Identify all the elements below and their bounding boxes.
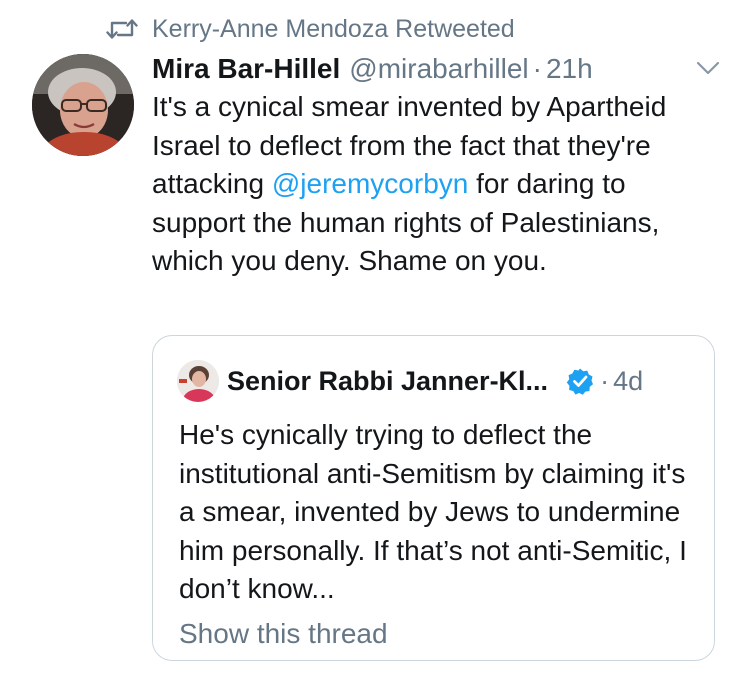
- quoted-tweet-card[interactable]: Senior Rabbi Janner-Kl... · 4d He's cyni…: [152, 335, 715, 661]
- verified-badge-icon: [566, 368, 594, 395]
- author-avatar[interactable]: [32, 54, 134, 156]
- tweet-timestamp[interactable]: 21h: [546, 53, 593, 85]
- retweet-icon: [106, 19, 138, 39]
- quoted-tweet-text: He's cynically trying to deflect the ins…: [179, 419, 687, 604]
- tweet-header: Mira Bar-Hillel @mirabarhillel · 21h: [152, 50, 593, 88]
- author-handle[interactable]: @mirabarhillel: [349, 53, 528, 85]
- retweet-label[interactable]: Kerry-Anne Mendoza Retweeted: [152, 15, 515, 44]
- tweet[interactable]: Kerry-Anne Mendoza Retweeted Mira Bar-Hi…: [0, 0, 750, 673]
- quoted-author-name[interactable]: Senior Rabbi Janner-Kl...: [227, 366, 548, 397]
- separator-dot: ·: [600, 365, 610, 396]
- show-thread-link[interactable]: Show this thread: [179, 618, 388, 650]
- quoted-tweet-timestamp[interactable]: 4d: [613, 366, 643, 397]
- mention-link[interactable]: @jeremycorbyn: [272, 168, 468, 199]
- quoted-tweet-header: Senior Rabbi Janner-Kl... · 4d: [227, 362, 643, 400]
- separator-dot: ·: [532, 53, 542, 84]
- retweet-context: Kerry-Anne Mendoza Retweeted: [106, 12, 515, 46]
- quoted-author-avatar[interactable]: [177, 360, 219, 402]
- tweet-text: It's a cynical smear invented by Aparthe…: [152, 88, 722, 281]
- author-name[interactable]: Mira Bar-Hillel: [152, 53, 340, 85]
- chevron-down-icon[interactable]: [694, 58, 722, 78]
